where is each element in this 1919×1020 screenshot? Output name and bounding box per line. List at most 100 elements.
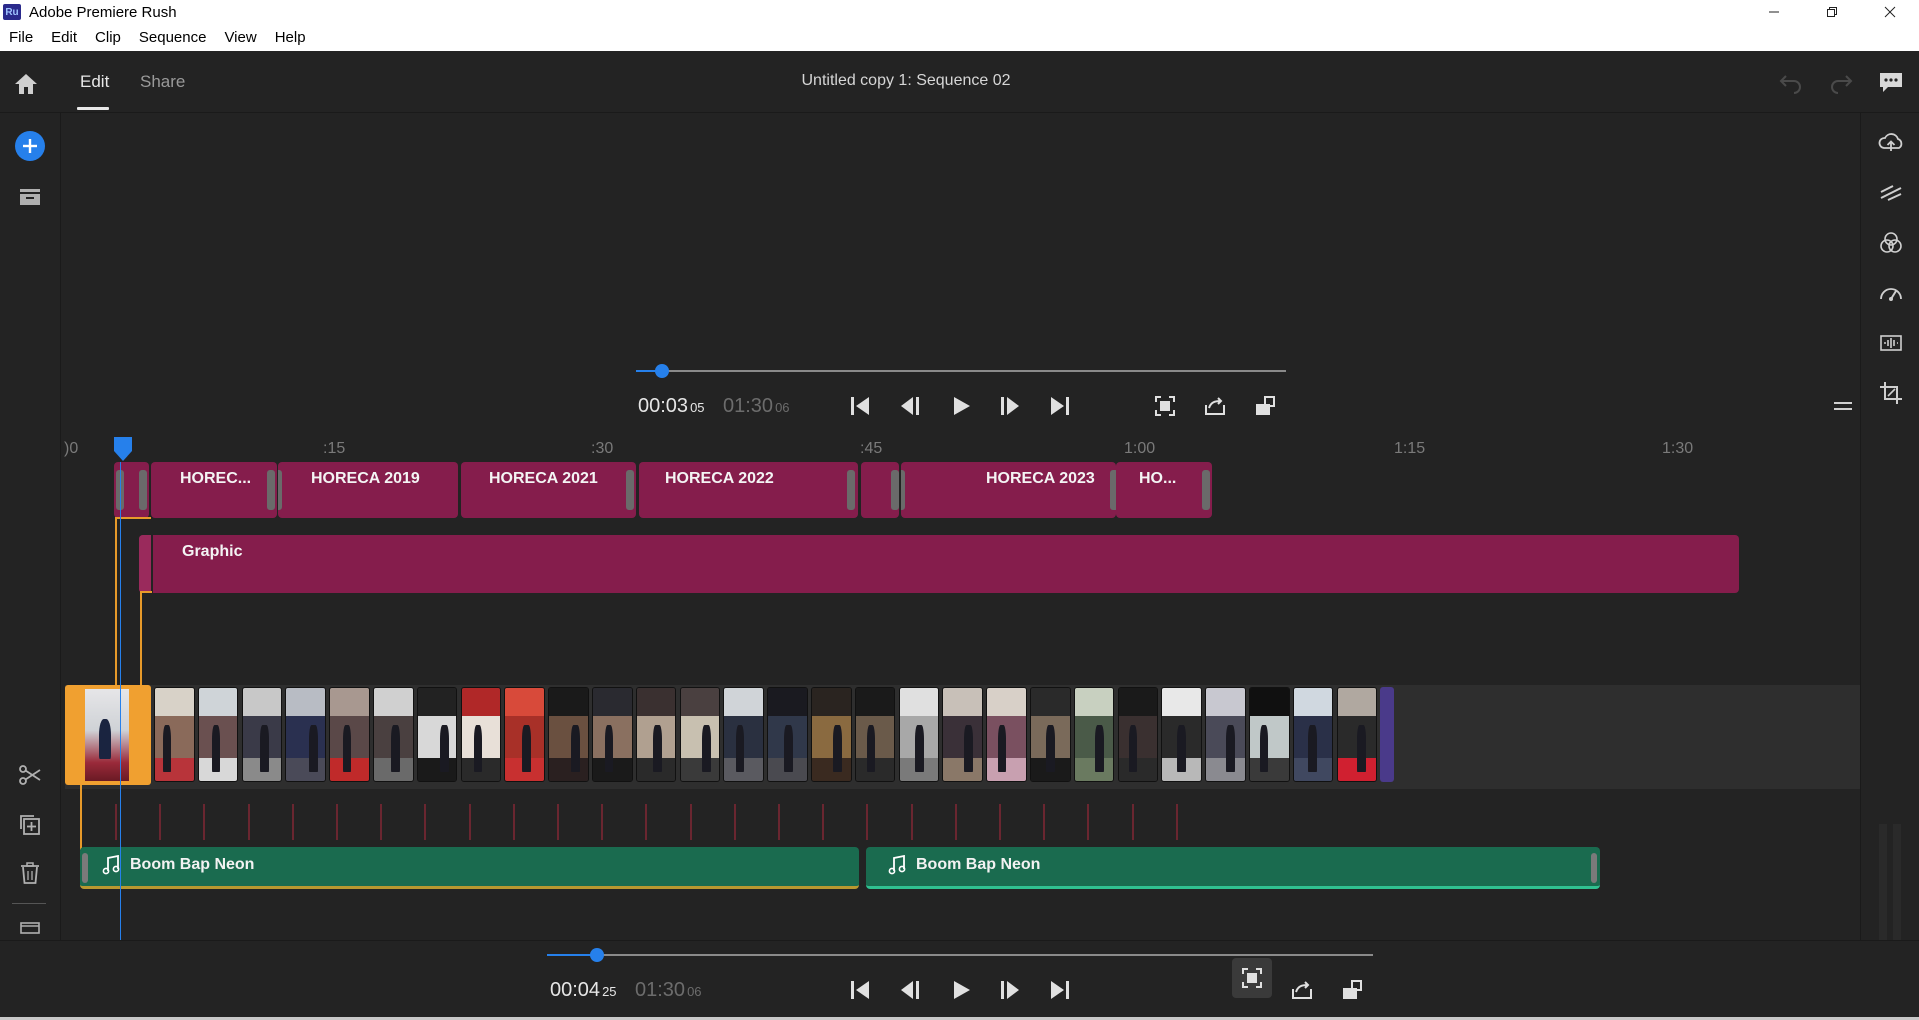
video-clip-thumbnail[interactable] bbox=[942, 687, 983, 782]
clip-trim-handle[interactable] bbox=[139, 470, 147, 510]
split-scissors-icon[interactable] bbox=[17, 763, 43, 787]
clip-trim-handle[interactable] bbox=[901, 470, 905, 510]
video-clip-thumbnail[interactable] bbox=[1249, 687, 1290, 782]
video-clip-thumbnail[interactable] bbox=[1073, 687, 1115, 782]
video-clip-thumbnail[interactable] bbox=[329, 687, 370, 782]
play-icon[interactable] bbox=[949, 978, 973, 1002]
title-clip[interactable] bbox=[861, 462, 899, 518]
transitions-icon[interactable] bbox=[1878, 180, 1904, 206]
title-clip[interactable]: HOREC... bbox=[151, 462, 277, 518]
step-back-icon[interactable] bbox=[898, 394, 922, 418]
timeline-scrollbar[interactable] bbox=[1893, 824, 1901, 940]
video-clip-thumbnail[interactable] bbox=[241, 687, 283, 782]
video-clip-thumbnail[interactable] bbox=[1161, 687, 1202, 782]
go-to-start-icon[interactable] bbox=[848, 978, 872, 1002]
video-clip-thumbnail[interactable] bbox=[723, 687, 764, 782]
video-clip-thumbnail[interactable] bbox=[416, 687, 458, 782]
clip-trim-handle[interactable] bbox=[891, 470, 899, 510]
export-frame-icon[interactable] bbox=[1203, 394, 1227, 418]
collapse-tracks-icon[interactable] bbox=[17, 921, 43, 935]
menu-view[interactable]: View bbox=[224, 29, 256, 46]
timeline-ruler[interactable]: )0 :15 :30 :45 1:00 1:15 1:30 bbox=[61, 435, 1860, 462]
video-clip-thumbnail[interactable] bbox=[592, 687, 633, 782]
video-clip-thumbnail[interactable] bbox=[635, 687, 677, 782]
video-clip-thumbnail[interactable] bbox=[854, 687, 896, 782]
step-forward-icon[interactable] bbox=[998, 394, 1022, 418]
clip-trim-handle[interactable] bbox=[278, 470, 282, 510]
timeline-scrubber-playhead[interactable] bbox=[589, 948, 604, 962]
video-clip-thumbnail[interactable] bbox=[197, 687, 239, 782]
title-clip[interactable]: HORECA 2019 bbox=[278, 462, 458, 518]
fit-frame-icon[interactable] bbox=[1240, 966, 1264, 990]
video-clip-thumbnail[interactable] bbox=[548, 687, 589, 782]
minimize-button[interactable] bbox=[1745, 0, 1803, 24]
video-clip-thumbnail[interactable] bbox=[1205, 687, 1246, 782]
playhead-marker-icon[interactable] bbox=[113, 437, 133, 461]
duplicate-icon[interactable] bbox=[17, 812, 43, 836]
menu-sequence[interactable]: Sequence bbox=[139, 29, 207, 46]
undo-icon[interactable] bbox=[1778, 70, 1804, 94]
audio-trim-handle[interactable] bbox=[82, 853, 88, 883]
speed-gauge-icon[interactable] bbox=[1878, 280, 1904, 306]
video-clip-thumbnail[interactable] bbox=[679, 687, 721, 782]
video-clip-thumbnail[interactable] bbox=[373, 687, 414, 782]
audio-icon[interactable] bbox=[1878, 330, 1904, 356]
graphic-clip-handle[interactable] bbox=[139, 535, 153, 593]
timeline-scrubber-track[interactable] bbox=[547, 954, 1373, 956]
audio-trim-handle[interactable] bbox=[1591, 853, 1597, 883]
go-to-start-icon[interactable] bbox=[848, 394, 872, 418]
aspect-ratio-icon[interactable] bbox=[1340, 978, 1364, 1002]
video-clip-thumbnail[interactable] bbox=[460, 687, 502, 782]
cloud-sync-icon[interactable] bbox=[1878, 130, 1904, 156]
menu-file[interactable]: File bbox=[9, 29, 33, 46]
clip-trim-handle[interactable] bbox=[847, 470, 855, 510]
video-clip-selected[interactable] bbox=[65, 685, 151, 785]
timeline-scrollbar[interactable] bbox=[1879, 824, 1887, 940]
clip-trim-handle[interactable] bbox=[1202, 470, 1210, 510]
video-clip-thumbnail[interactable] bbox=[898, 687, 940, 782]
clip-trim-handle[interactable] bbox=[267, 470, 275, 510]
title-clip[interactable]: HORECA 2021 bbox=[461, 462, 636, 518]
video-clip-thumbnail[interactable] bbox=[504, 687, 545, 782]
video-clip-thumbnail[interactable] bbox=[1336, 687, 1378, 782]
menu-edit[interactable]: Edit bbox=[51, 29, 77, 46]
clip-trim-handle[interactable] bbox=[626, 470, 634, 510]
video-clip-thumbnail[interactable] bbox=[154, 687, 195, 782]
step-forward-icon[interactable] bbox=[998, 978, 1022, 1002]
close-button[interactable] bbox=[1861, 0, 1919, 24]
step-back-icon[interactable] bbox=[898, 978, 922, 1002]
menu-help[interactable]: Help bbox=[275, 29, 306, 46]
title-clip[interactable]: HO... bbox=[1116, 462, 1212, 518]
add-media-button[interactable] bbox=[15, 131, 45, 161]
crop-transform-icon[interactable] bbox=[1878, 380, 1904, 406]
go-to-end-icon[interactable] bbox=[1048, 394, 1072, 418]
sequence-title[interactable]: Untitled copy 1: Sequence 02 bbox=[0, 72, 1812, 90]
video-clip-thumbnail[interactable] bbox=[767, 687, 808, 782]
menu-clip[interactable]: Clip bbox=[95, 29, 121, 46]
video-track-end-handle[interactable] bbox=[1380, 687, 1395, 782]
title-clip[interactable]: HORECA 2022 bbox=[639, 462, 858, 518]
delete-trash-icon[interactable] bbox=[17, 861, 43, 885]
audio-clip[interactable]: Boom Bap Neon bbox=[866, 847, 1600, 889]
feedback-icon[interactable] bbox=[1878, 70, 1904, 94]
aspect-ratio-icon[interactable] bbox=[1253, 394, 1277, 418]
preview-scrubber-playhead[interactable] bbox=[655, 364, 669, 378]
audio-clip[interactable]: Boom Bap Neon bbox=[80, 847, 859, 889]
video-clip-thumbnail[interactable] bbox=[1030, 687, 1071, 782]
export-frame-icon[interactable] bbox=[1290, 978, 1314, 1002]
color-icon[interactable] bbox=[1878, 230, 1904, 256]
preview-scrubber-track[interactable] bbox=[636, 370, 1286, 372]
project-assets-icon[interactable] bbox=[17, 185, 43, 209]
play-icon[interactable] bbox=[949, 394, 973, 418]
panel-menu-icon[interactable] bbox=[1832, 399, 1854, 413]
restore-button[interactable] bbox=[1803, 0, 1861, 24]
fit-frame-icon[interactable] bbox=[1153, 394, 1177, 418]
video-clip-thumbnail[interactable] bbox=[1292, 687, 1334, 782]
video-clip-thumbnail[interactable] bbox=[811, 687, 852, 782]
video-clip-thumbnail[interactable] bbox=[1117, 687, 1159, 782]
video-clip-thumbnail[interactable] bbox=[285, 687, 326, 782]
redo-icon[interactable] bbox=[1828, 70, 1854, 94]
title-clip[interactable]: HORECA 2023 bbox=[901, 462, 1116, 518]
video-clip-thumbnail[interactable] bbox=[986, 687, 1027, 782]
graphic-clip[interactable]: Graphic bbox=[139, 535, 1739, 593]
